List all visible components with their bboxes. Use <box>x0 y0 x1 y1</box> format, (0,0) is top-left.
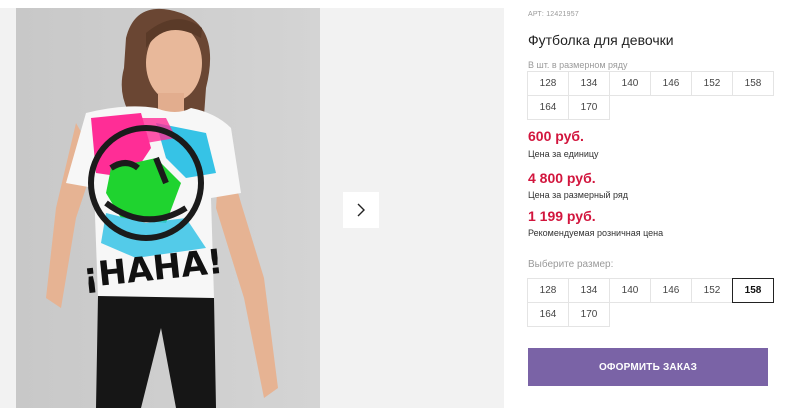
size-option[interactable]: 128 <box>527 278 569 303</box>
pack-price: 4 800 руб. <box>528 170 596 186</box>
pack-size-cell: 152 <box>691 71 733 96</box>
size-select-caption: Выберите размер: <box>528 259 614 270</box>
product-photo-image: ¡HAHA! <box>16 8 320 408</box>
retail-price-caption: Рекомендуемая розничная цена <box>528 228 664 238</box>
pack-size-cell: 164 <box>527 95 569 120</box>
article-number: АРТ: 12421957 <box>528 11 579 18</box>
unit-price: 600 руб. <box>528 128 584 144</box>
pack-size-cell: 158 <box>732 71 774 96</box>
size-selector: 128 134 140 146 152 158 164 170 <box>527 278 774 327</box>
pack-size-cell: 170 <box>568 95 610 120</box>
place-order-button[interactable]: Оформить заказ <box>528 348 768 386</box>
product-title: Футболка для девочки <box>528 32 674 48</box>
size-option[interactable]: 152 <box>691 278 733 303</box>
pack-price-caption: Цена за размерный ряд <box>528 190 629 200</box>
product-photo[interactable]: ¡HAHA! <box>16 8 320 408</box>
chevron-right-icon <box>357 203 365 217</box>
size-option[interactable]: 170 <box>568 302 610 327</box>
size-option-selected[interactable]: 158 <box>732 278 774 303</box>
pack-size-cell: 140 <box>609 71 651 96</box>
size-option[interactable]: 140 <box>609 278 651 303</box>
size-option[interactable]: 146 <box>650 278 692 303</box>
pack-caption: В шт. в размерном ряду <box>528 60 628 70</box>
size-option[interactable]: 164 <box>527 302 569 327</box>
size-option[interactable]: 134 <box>568 278 610 303</box>
pack-size-cell: 134 <box>568 71 610 96</box>
next-image-button[interactable] <box>343 192 379 228</box>
pack-size-cell: 128 <box>527 71 569 96</box>
pack-size-grid: 128 134 140 146 152 158 164 170 <box>527 71 774 120</box>
pack-size-cell: 146 <box>650 71 692 96</box>
unit-price-caption: Цена за единицу <box>528 149 599 159</box>
retail-price: 1 199 руб. <box>528 208 596 224</box>
